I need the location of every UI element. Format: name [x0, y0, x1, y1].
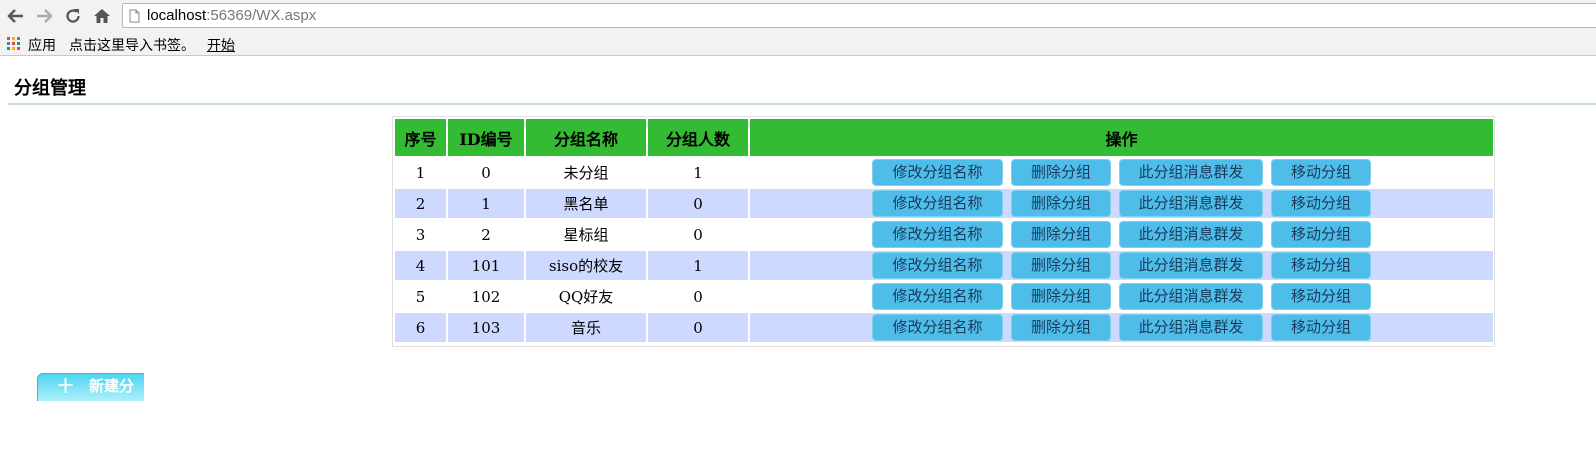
- group-table: 序号 ID编号 分组名称 分组人数 操作 1 0 未分组 1 修改分组名称 删除分组 此分组…: [395, 119, 1493, 344]
- cell-name: 音乐: [526, 313, 648, 344]
- cell-index: 2: [395, 189, 448, 220]
- forward-arrow-icon[interactable]: [32, 4, 56, 28]
- delete-group-button[interactable]: 删除分组: [1011, 252, 1111, 279]
- page-icon: [129, 9, 140, 23]
- cell-actions: 修改分组名称 删除分组 此分组消息群发 移动分组: [750, 189, 1493, 220]
- broadcast-group-button[interactable]: 此分组消息群发: [1119, 221, 1263, 248]
- cell-index: 3: [395, 220, 448, 251]
- header-index: 序号: [395, 119, 448, 158]
- delete-group-button[interactable]: 删除分组: [1011, 283, 1111, 310]
- cell-actions: 修改分组名称 删除分组 此分组消息群发 移动分组: [750, 220, 1493, 251]
- url-path: :56369/WX.aspx: [206, 7, 317, 24]
- cell-actions: 修改分组名称 删除分组 此分组消息群发 移动分组: [750, 251, 1493, 282]
- cell-count: 1: [648, 158, 750, 189]
- cell-count: 0: [648, 282, 750, 313]
- cell-count: 0: [648, 189, 750, 220]
- cell-id: 0: [448, 158, 526, 189]
- cell-id: 2: [448, 220, 526, 251]
- rename-group-button[interactable]: 修改分组名称: [872, 283, 1003, 310]
- cell-name: siso的校友: [526, 251, 648, 282]
- header-name: 分组名称: [526, 119, 648, 158]
- rename-group-button[interactable]: 修改分组名称: [872, 314, 1003, 341]
- page-title: 分组管理: [14, 78, 86, 99]
- delete-group-button[interactable]: 删除分组: [1011, 159, 1111, 186]
- table-row: 4 101 siso的校友 1 修改分组名称 删除分组 此分组消息群发 移动分组: [395, 251, 1493, 282]
- table-header-row: 序号 ID编号 分组名称 分组人数 操作: [395, 119, 1493, 158]
- cell-actions: 修改分组名称 删除分组 此分组消息群发 移动分组: [750, 282, 1493, 313]
- move-group-button[interactable]: 移动分组: [1271, 221, 1371, 248]
- cell-id: 103: [448, 313, 526, 344]
- url-host: localhost: [147, 7, 207, 24]
- plus-icon: 十: [58, 377, 74, 395]
- bookmark-import-hint: 点击这里导入书签。: [69, 38, 195, 54]
- bookmark-apps[interactable]: 应用: [28, 35, 56, 55]
- header-id: ID编号: [448, 119, 526, 158]
- cell-count: 0: [648, 313, 750, 344]
- broadcast-group-button[interactable]: 此分组消息群发: [1119, 190, 1263, 217]
- cell-name: 星标组: [526, 220, 648, 251]
- cell-id: 101: [448, 251, 526, 282]
- move-group-button[interactable]: 移动分组: [1271, 314, 1371, 341]
- group-table-container: 序号 ID编号 分组名称 分组人数 操作 1 0 未分组 1 修改分组名称 删除分组 此分组…: [392, 116, 1495, 347]
- cell-count: 1: [648, 251, 750, 282]
- back-arrow-icon[interactable]: [4, 4, 28, 28]
- url-text: localhost:56369/WX.aspx: [147, 7, 316, 24]
- table-row: 3 2 星标组 0 修改分组名称 删除分组 此分组消息群发 移动分组: [395, 220, 1493, 251]
- cell-count: 0: [648, 220, 750, 251]
- reload-icon[interactable]: [61, 4, 85, 28]
- header-count: 分组人数: [648, 119, 750, 158]
- cell-actions: 修改分组名称 删除分组 此分组消息群发 移动分组: [750, 158, 1493, 189]
- table-row: 5 102 QQ好友 0 修改分组名称 删除分组 此分组消息群发 移动分组: [395, 282, 1493, 313]
- table-row: 6 103 音乐 0 修改分组名称 删除分组 此分组消息群发 移动分组: [395, 313, 1493, 344]
- delete-group-button[interactable]: 删除分组: [1011, 190, 1111, 217]
- bookmark-start-link[interactable]: 开始: [207, 35, 235, 55]
- home-icon[interactable]: [90, 4, 114, 28]
- title-divider: [8, 103, 1596, 105]
- new-group-tab[interactable]: 十 新建分: [37, 373, 144, 401]
- header-actions: 操作: [750, 119, 1493, 158]
- table-row: 2 1 黑名单 0 修改分组名称 删除分组 此分组消息群发 移动分组: [395, 189, 1493, 220]
- cell-index: 5: [395, 282, 448, 313]
- cell-name: 黑名单: [526, 189, 648, 220]
- cell-name: QQ好友: [526, 282, 648, 313]
- rename-group-button[interactable]: 修改分组名称: [872, 190, 1003, 217]
- rename-group-button[interactable]: 修改分组名称: [872, 159, 1003, 186]
- broadcast-group-button[interactable]: 此分组消息群发: [1119, 314, 1263, 341]
- apps-grid-icon[interactable]: [7, 37, 20, 50]
- move-group-button[interactable]: 移动分组: [1271, 252, 1371, 279]
- cell-index: 1: [395, 158, 448, 189]
- browser-toolbar: localhost:56369/WX.aspx: [0, 0, 1596, 32]
- cell-id: 102: [448, 282, 526, 313]
- table-row: 1 0 未分组 1 修改分组名称 删除分组 此分组消息群发 移动分组: [395, 158, 1493, 189]
- move-group-button[interactable]: 移动分组: [1271, 159, 1371, 186]
- move-group-button[interactable]: 移动分组: [1271, 283, 1371, 310]
- cell-name: 未分组: [526, 158, 648, 189]
- bookmarks-bar: 应用 点击这里导入书签。 开始: [0, 32, 1596, 56]
- cell-index: 4: [395, 251, 448, 282]
- broadcast-group-button[interactable]: 此分组消息群发: [1119, 159, 1263, 186]
- rename-group-button[interactable]: 修改分组名称: [872, 252, 1003, 279]
- delete-group-button[interactable]: 删除分组: [1011, 221, 1111, 248]
- cell-id: 1: [448, 189, 526, 220]
- move-group-button[interactable]: 移动分组: [1271, 190, 1371, 217]
- new-group-label: 新建分: [89, 377, 135, 395]
- broadcast-group-button[interactable]: 此分组消息群发: [1119, 283, 1263, 310]
- cell-actions: 修改分组名称 删除分组 此分组消息群发 移动分组: [750, 313, 1493, 344]
- rename-group-button[interactable]: 修改分组名称: [872, 221, 1003, 248]
- address-bar[interactable]: localhost:56369/WX.aspx: [122, 3, 1596, 28]
- broadcast-group-button[interactable]: 此分组消息群发: [1119, 252, 1263, 279]
- delete-group-button[interactable]: 删除分组: [1011, 314, 1111, 341]
- cell-index: 6: [395, 313, 448, 344]
